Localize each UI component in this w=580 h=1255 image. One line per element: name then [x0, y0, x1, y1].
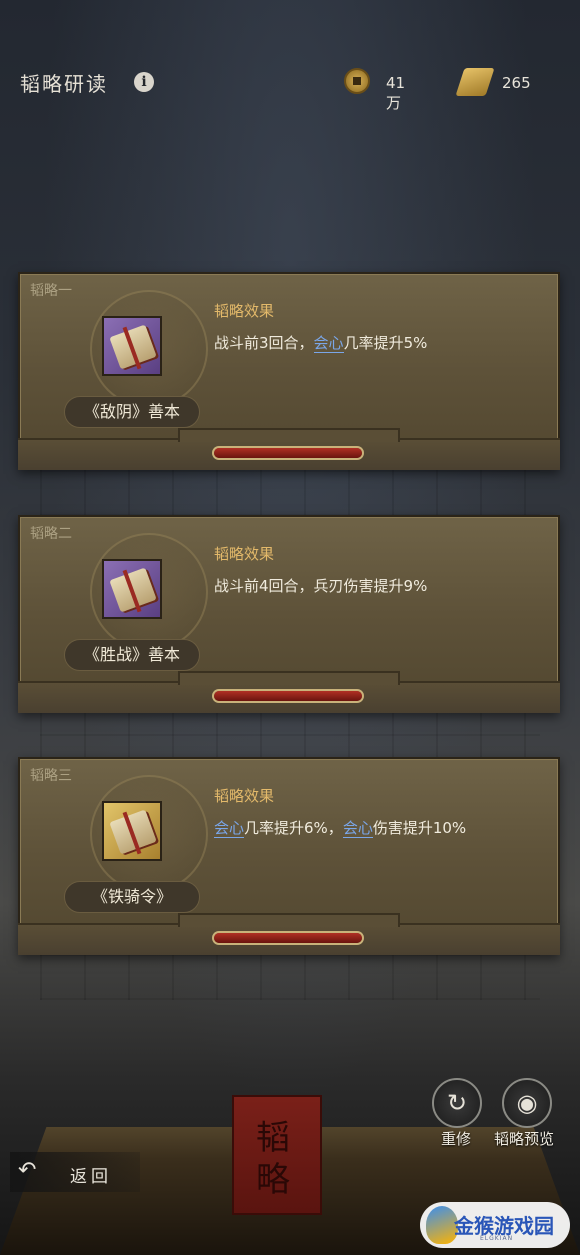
effect-text: 战斗前3回合，会心几率提升5%: [214, 332, 427, 353]
background-book-text: 韬略: [256, 1118, 290, 1200]
back-button[interactable]: ↶ 返回: [10, 1152, 140, 1192]
strategy-book-icon[interactable]: [102, 559, 162, 619]
coin-icon: [344, 68, 370, 94]
info-icon[interactable]: i: [134, 72, 154, 92]
effect-text-part: 几率提升6%，: [244, 819, 343, 837]
item-name: 《铁骑令》: [64, 881, 200, 913]
keyword-link[interactable]: 会心: [342, 819, 373, 838]
preview-button[interactable]: ◉: [502, 1078, 552, 1128]
watermark-logo: 金猴游戏园 ELGKIAN: [420, 1202, 570, 1248]
back-label: 返回: [70, 1167, 112, 1187]
effect-text-part: 几率提升5%: [343, 334, 428, 352]
scroll-rod: [214, 933, 362, 943]
strategy-card-1[interactable]: 韬略一 《敌阴》善本 韬略效果 战斗前3回合，会心几率提升5%: [18, 272, 560, 470]
reform-label: 重修: [441, 1130, 472, 1148]
strategy-card-2[interactable]: 韬略二 《胜战》善本 韬略效果 战斗前4回合，兵刃伤害提升9%: [18, 515, 560, 713]
strategy-book-icon[interactable]: [102, 801, 162, 861]
scroll-icon: [455, 68, 495, 96]
keyword-link[interactable]: 会心: [313, 334, 344, 353]
coin-value: 41万: [386, 74, 406, 112]
card-slot-label: 韬略三: [30, 768, 72, 784]
strategy-card-3[interactable]: 韬略三 《铁骑令》 韬略效果 会心几率提升6%，会心伤害提升10%: [18, 757, 560, 955]
card-slot-label: 韬略一: [30, 283, 72, 299]
page-title: 韬略研读: [20, 72, 108, 96]
card-bottom-rail: [18, 671, 560, 713]
top-bar: 韬略研读 i 41万 265: [0, 60, 580, 112]
item-name: 《敌阴》善本: [64, 396, 200, 428]
effect-text-part: 伤害提升10%: [372, 819, 467, 837]
effect-title: 韬略效果: [214, 545, 275, 563]
scroll-rod: [214, 691, 362, 701]
scroll-rod: [214, 448, 362, 458]
effect-text: 会心几率提升6%，会心伤害提升10%: [214, 817, 466, 838]
reform-button[interactable]: ↻: [432, 1078, 482, 1128]
effect-text-part: 战斗前3回合，: [214, 334, 314, 352]
card-bottom-rail: [18, 913, 560, 955]
item-name: 《胜战》善本: [64, 639, 200, 671]
logo-subtext: ELGKIAN: [480, 1235, 514, 1242]
keyword-link[interactable]: 会心: [214, 819, 245, 838]
card-bottom-rail: [18, 428, 560, 470]
background-book: 韬略: [232, 1095, 322, 1215]
refresh-icon: ↻: [446, 1089, 468, 1117]
preview-label: 韬略预览: [494, 1130, 555, 1148]
effect-title: 韬略效果: [214, 302, 275, 320]
scroll-value: 265: [502, 74, 531, 92]
card-slot-label: 韬略二: [30, 526, 72, 542]
effect-text: 战斗前4回合，兵刃伤害提升9%: [214, 577, 428, 595]
strategy-book-icon[interactable]: [102, 316, 162, 376]
back-arrow-icon: ↶: [18, 1158, 37, 1183]
eye-icon: ◉: [516, 1089, 538, 1117]
effect-title: 韬略效果: [214, 787, 275, 805]
